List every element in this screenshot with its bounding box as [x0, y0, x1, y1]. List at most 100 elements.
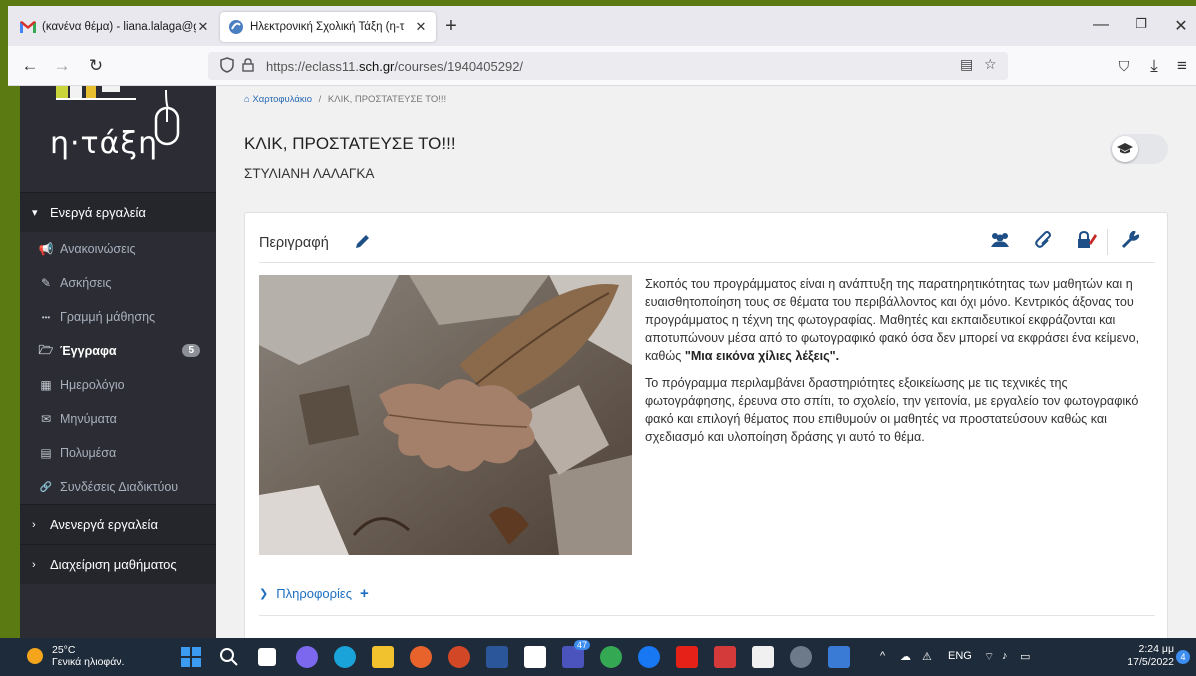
address-bar[interactable]: https://eclass11.sch.gr/courses/19404052… — [208, 52, 1008, 80]
description-paragraph: Σκοπός του προγράμματος είναι η ανάπτυξη… — [645, 277, 1140, 363]
chrome-icon[interactable] — [600, 646, 622, 668]
reader-view-icon[interactable]: ▤ — [960, 56, 973, 73]
weather-widget[interactable]: 25°C Γενικά ηλιοφάν. — [24, 644, 124, 668]
eclass-icon — [228, 19, 244, 35]
windows-start-icon[interactable] — [180, 646, 202, 668]
tab-title: (κανένα θέμα) - liana.lalaga@gr — [42, 21, 196, 33]
youtube-icon[interactable] — [676, 646, 698, 668]
breadcrumb-current: ΚΛΙΚ, ΠΡΟΣΤΑΤΕΥΣΕ ΤΟ!!! — [327, 94, 447, 105]
tray-chevron-icon[interactable]: ^ — [880, 650, 885, 662]
divider — [259, 615, 1155, 616]
sidebar-item-exercises[interactable]: ✎ Ασκήσεις — [20, 266, 216, 300]
navigation-bar: ← → ↻ https://eclass11.sch.gr/courses/19… — [8, 46, 1196, 86]
clock-time: 2:24 μμ — [1138, 643, 1174, 655]
graduation-cap-icon — [1112, 136, 1138, 162]
teams-icon[interactable]: 47 — [562, 640, 591, 668]
url-text: https://eclass11.sch.gr/courses/19404052… — [266, 58, 524, 74]
menu-icon[interactable]: ≡ — [1170, 56, 1194, 76]
calendar-app-icon[interactable] — [714, 646, 736, 668]
sidebar-item-documents[interactable]: 🗁 Έγγραφα 5 — [20, 334, 216, 368]
eclass-logo[interactable]: η·τάξη — [20, 86, 216, 192]
course-teacher: ΣΤΥΛΙΑΝΗ ΛΑΛΑΓΚΑ — [244, 166, 375, 181]
film-icon: ▤ — [40, 446, 52, 460]
edit-icon: ✎ — [40, 276, 52, 290]
student-view-toggle[interactable] — [1110, 134, 1168, 164]
task-view-icon[interactable] — [258, 648, 276, 666]
close-icon[interactable]: ✕ — [196, 19, 210, 35]
chevron-down-icon: ▾ — [32, 207, 38, 219]
users-icon[interactable] — [989, 231, 1011, 254]
main-content: ⌂ Χαρτοφυλάκιο / ΚΛΙΚ, ΠΡΟΣΤΑΤΕΥΣΕ ΤΟ!!!… — [216, 86, 1196, 638]
window-close-icon[interactable]: ✕ — [1166, 16, 1196, 36]
sidebar-item-web-links[interactable]: 🔗 Συνδέσεις Διαδικτύου — [20, 470, 216, 504]
back-icon[interactable]: ← — [18, 56, 42, 76]
wrench-icon[interactable] — [1121, 230, 1140, 254]
course-admin-section[interactable]: › Διαχείριση μαθήματος — [20, 544, 216, 584]
volume-icon[interactable]: ♪ — [1002, 650, 1008, 662]
close-icon[interactable]: ✕ — [414, 19, 428, 35]
sidebar-item-label: Ημερολόγιο — [60, 378, 125, 392]
minimize-icon[interactable]: — — [1086, 16, 1116, 34]
home-icon: ⌂ — [244, 94, 250, 105]
sidebar-item-label: Ανακοινώσεις — [60, 242, 136, 256]
new-tab-button[interactable]: + — [440, 16, 462, 38]
chevron-right-icon: › — [32, 558, 36, 571]
tab-title: Ηλεκτρονική Σχολική Τάξη (η-τ — [250, 21, 405, 33]
breadcrumb: ⌂ Χαρτοφυλάκιο / ΚΛΙΚ, ΠΡΟΣΤΑΤΕΥΣΕ ΤΟ!!! — [244, 94, 446, 105]
page-title: ΚΛΙΚ, ΠΡΟΣΤΑΤΕΥΣΕ ΤΟ!!! — [244, 134, 456, 153]
restore-icon[interactable]: ❐ — [1126, 16, 1156, 32]
card-title: Περιγραφή — [259, 235, 329, 251]
pocket-icon[interactable]: ⛉ — [1112, 56, 1136, 76]
powerpoint-icon[interactable] — [448, 646, 470, 668]
photos-icon[interactable] — [828, 646, 850, 668]
notification-badge[interactable]: 4 — [1176, 650, 1190, 664]
browser-window: (κανένα θέμα) - liana.lalaga@gr ✕ Ηλεκτρ… — [8, 6, 1196, 86]
breadcrumb-home[interactable]: ⌂ Χαρτοφυλάκιο — [244, 94, 312, 105]
tab-eclass[interactable]: Ηλεκτρονική Σχολική Τάξη (η-τ ✕ — [220, 12, 436, 42]
plus-icon[interactable]: + — [360, 585, 369, 602]
active-tools-section[interactable]: ▾ Ενεργά εργαλεία — [20, 192, 216, 232]
sidebar-item-label: Μηνύματα — [60, 412, 117, 426]
sidebar-item-calendar[interactable]: ▦ Ημερολόγιο — [20, 368, 216, 402]
forward-icon[interactable]: → — [50, 56, 74, 76]
chat-icon[interactable] — [296, 646, 318, 668]
system-clock[interactable]: 2:24 μμ 17/5/2022 — [1112, 643, 1174, 669]
language-indicator[interactable]: ENG — [948, 650, 972, 662]
sidebar-item-announcements[interactable]: 📢 Ανακοινώσεις — [20, 232, 216, 266]
battery-icon[interactable]: ▭ — [1020, 650, 1030, 663]
sidebar-item-learning-path[interactable]: ••• Γραμμή μάθησης — [20, 300, 216, 334]
reload-icon[interactable]: ↻ — [84, 56, 108, 76]
search-icon[interactable] — [218, 646, 240, 668]
firefox-icon[interactable] — [410, 646, 432, 668]
download-icon[interactable]: ⤓ — [1142, 56, 1166, 76]
lock-edit-icon[interactable] — [1077, 230, 1097, 254]
sun-icon — [27, 648, 43, 664]
pencil-icon[interactable] — [353, 233, 371, 256]
store-icon[interactable] — [524, 646, 546, 668]
inactive-tools-section[interactable]: › Ανενεργά εργαλεία — [20, 504, 216, 544]
onedrive-icon[interactable]: ☁ — [900, 650, 911, 663]
count-badge: 5 — [182, 344, 200, 357]
app-icon[interactable] — [790, 646, 812, 668]
wifi-icon[interactable]: ⌔ — [984, 650, 994, 664]
bookmark-star-icon[interactable]: ☆ — [984, 56, 997, 73]
divider — [1107, 229, 1108, 255]
info-toggle[interactable]: ❯ Πληροφορίες + — [259, 585, 369, 602]
sidebar-item-multimedia[interactable]: ▤ Πολυμέσα — [20, 436, 216, 470]
logo-bars-icon — [56, 86, 136, 100]
file-explorer-icon[interactable] — [372, 646, 394, 668]
paperclip-icon[interactable] — [1035, 231, 1053, 254]
clock-date: 17/5/2022 — [1127, 656, 1174, 668]
shield-icon — [220, 56, 234, 76]
tab-bar: (κανένα θέμα) - liana.lalaga@gr ✕ Ηλεκτρ… — [8, 6, 1196, 46]
sidebar-item-messages[interactable]: ✉ Μηνύματα — [20, 402, 216, 436]
word-icon[interactable] — [486, 646, 508, 668]
facebook-icon[interactable] — [638, 646, 660, 668]
tab-gmail[interactable]: (κανένα θέμα) - liana.lalaga@gr ✕ — [12, 12, 218, 42]
leaf-photo — [259, 275, 632, 555]
edge-icon[interactable] — [334, 646, 356, 668]
network-warning-icon[interactable]: ⚠ — [922, 650, 932, 663]
section-label: Διαχείριση μαθήματος — [50, 557, 177, 572]
weather-text: Γενικά ηλιοφάν. — [52, 656, 125, 668]
document-icon[interactable] — [752, 646, 774, 668]
